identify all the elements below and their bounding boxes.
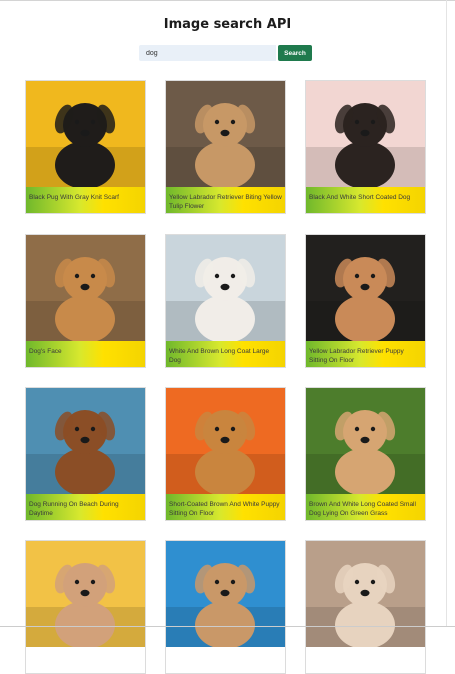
result-card[interactable] xyxy=(305,540,426,674)
pug-photo[interactable] xyxy=(26,81,145,187)
bulldog-jacket-photo[interactable] xyxy=(166,541,285,647)
french-bulldog-photo[interactable] xyxy=(26,541,145,647)
result-card[interactable]: Brown And White Long Coated Small Dog Ly… xyxy=(305,387,426,521)
result-card[interactable]: Yellow Labrador Retriever Puppy Sitting … xyxy=(305,234,426,368)
result-card[interactable]: Dog Running On Beach During Daytime xyxy=(25,387,146,521)
labrador-tulip-photo[interactable] xyxy=(166,81,285,187)
card-caption: White And Brown Long Coat Large Dog xyxy=(166,341,285,367)
short-coated-dog-photo[interactable] xyxy=(306,81,425,187)
beagle-face-photo[interactable] xyxy=(26,235,145,341)
search-bar: Search xyxy=(139,45,312,61)
result-card[interactable]: Yellow Labrador Retriever Biting Yellow … xyxy=(165,80,286,214)
dog-on-grass-photo[interactable] xyxy=(306,388,425,494)
search-input[interactable] xyxy=(139,45,276,61)
result-card[interactable]: Short-Coated Brown And White Puppy Sitti… xyxy=(165,387,286,521)
lab-puppy-photo[interactable] xyxy=(306,235,425,341)
card-caption: Brown And White Long Coated Small Dog Ly… xyxy=(306,494,425,520)
card-caption: Black Pug With Gray Knit Scarf xyxy=(26,187,145,213)
result-card[interactable]: Black And White Short Coated Dog xyxy=(305,80,426,214)
card-caption: Dog's Face xyxy=(26,341,145,367)
beach-dog-photo[interactable] xyxy=(26,388,145,494)
card-caption: Dog Running On Beach During Daytime xyxy=(26,494,145,520)
scrollbar-track xyxy=(446,0,447,627)
card-caption: Black And White Short Coated Dog xyxy=(306,187,425,213)
collie-photo[interactable] xyxy=(166,235,285,341)
corgi-photo[interactable] xyxy=(166,388,285,494)
result-card[interactable] xyxy=(25,540,146,674)
result-card[interactable]: White And Brown Long Coat Large Dog xyxy=(165,234,286,368)
card-caption: Short-Coated Brown And White Puppy Sitti… xyxy=(166,494,285,520)
result-card[interactable]: Dog's Face xyxy=(25,234,146,368)
result-card[interactable] xyxy=(165,540,286,674)
card-caption: Yellow Labrador Retriever Puppy Sitting … xyxy=(306,341,425,367)
window-top-border xyxy=(0,0,455,1)
page-title: Image search API xyxy=(163,16,292,32)
card-caption: Yellow Labrador Retriever Biting Yellow … xyxy=(166,187,285,213)
search-button[interactable]: Search xyxy=(278,45,312,61)
puppy-outdoors-photo[interactable] xyxy=(306,541,425,647)
result-card[interactable]: Black Pug With Gray Knit Scarf xyxy=(25,80,146,214)
